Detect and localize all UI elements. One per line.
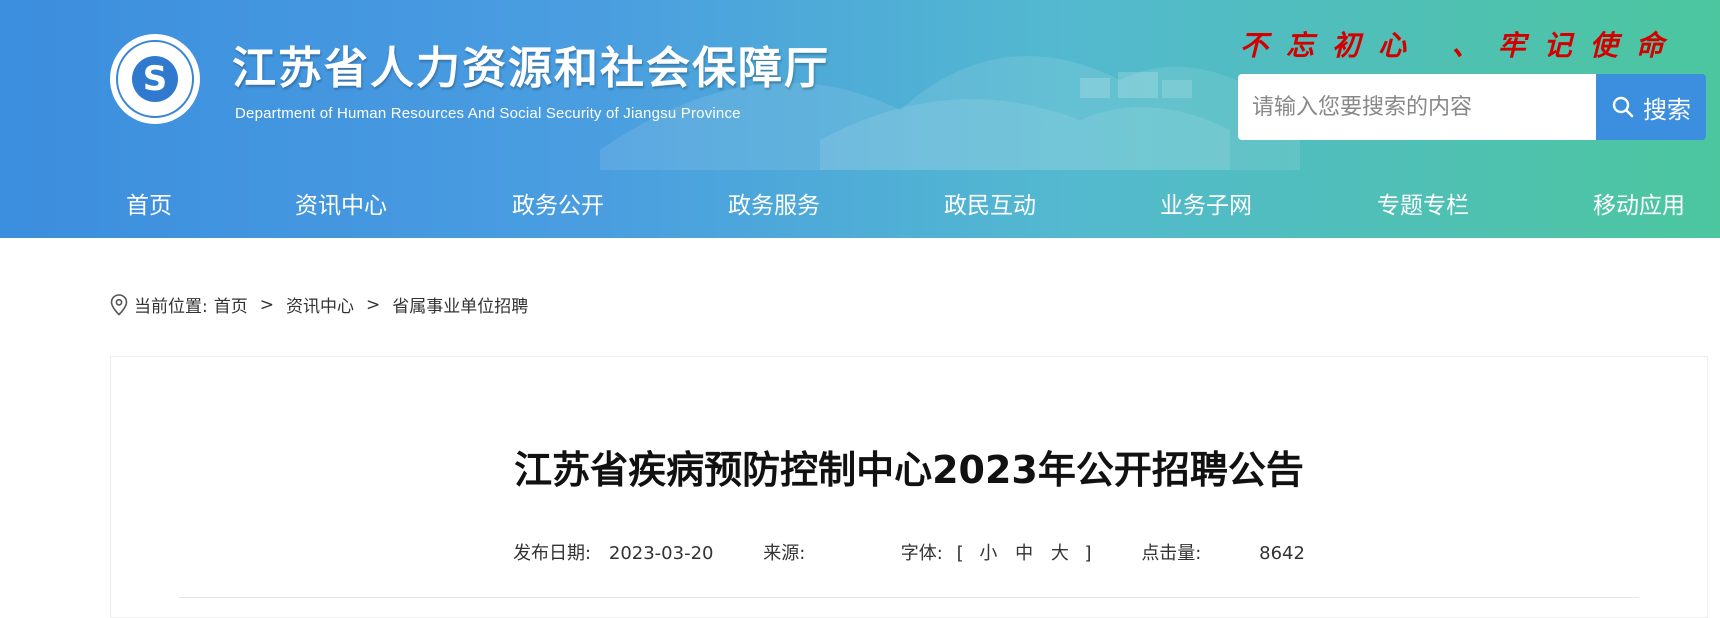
breadcrumb-home[interactable]: 首页 <box>214 292 248 317</box>
logo-emblem: S <box>132 56 178 102</box>
nav-item-subsites[interactable]: 业务子网 <box>1160 186 1252 220</box>
nav-item-home[interactable]: 首页 <box>126 186 172 220</box>
breadcrumb: 当前位置: 首页 > 资讯中心 > 省属事业单位招聘 <box>110 292 528 317</box>
breadcrumb-news[interactable]: 资讯中心 <box>286 292 354 317</box>
source-label: 来源: <box>763 543 806 564</box>
breadcrumb-separator: > <box>259 294 274 315</box>
publish-date-label: 发布日期: <box>513 543 592 564</box>
nav-item-gov-open[interactable]: 政务公开 <box>512 186 604 220</box>
search-icon <box>1612 96 1634 118</box>
font-medium-button[interactable]: 中 <box>1015 539 1033 565</box>
breadcrumb-prefix: 当前位置: <box>134 297 208 317</box>
nav-item-mobile[interactable]: 移动应用 <box>1593 186 1685 220</box>
article-title: 江苏省疾病预防控制中心2023年公开招聘公告 <box>514 448 1304 492</box>
site-header: S 江苏省人力资源和社会保障厅 Department of Human Reso… <box>0 0 1720 238</box>
views-count: 8642 <box>1259 543 1305 564</box>
search-button-label: 搜索 <box>1643 95 1691 124</box>
slogan: 不忘初心 、牢记使命 <box>1240 29 1682 62</box>
article-meta: 发布日期: 2023-03-20 来源: 字体: [ 小 中 大 ] 点击量: … <box>111 539 1707 565</box>
search-input[interactable] <box>1238 74 1596 140</box>
site-title[interactable]: 江苏省人力资源和社会保障厅 <box>232 32 830 96</box>
site-logo[interactable]: S <box>110 34 200 124</box>
breadcrumb-current[interactable]: 省属事业单位招聘 <box>392 292 528 317</box>
publish-date: 2023-03-20 <box>608 543 714 564</box>
site-subtitle: Department of Human Resources And Social… <box>235 105 741 122</box>
nav-item-news[interactable]: 资讯中心 <box>295 186 387 220</box>
nav-item-topics[interactable]: 专题专栏 <box>1377 186 1469 220</box>
location-pin-icon <box>110 293 128 316</box>
nav-item-interaction[interactable]: 政民互动 <box>944 186 1036 220</box>
font-large-button[interactable]: 大 <box>1051 539 1069 565</box>
views-label: 点击量: <box>1141 543 1202 564</box>
article-card: 江苏省疾病预防控制中心2023年公开招聘公告 发布日期: 2023-03-20 … <box>110 356 1708 618</box>
font-bracket-open: [ <box>956 543 964 564</box>
breadcrumb-separator: > <box>365 294 381 315</box>
search-box <box>1238 74 1596 140</box>
font-bracket-close: ] <box>1084 543 1092 564</box>
font-size-label: 字体: <box>900 543 943 564</box>
meta-divider <box>179 597 1639 598</box>
font-small-button[interactable]: 小 <box>979 539 997 565</box>
search-button[interactable]: 搜索 <box>1596 74 1706 140</box>
main-nav: 首页 资讯中心 政务公开 政务服务 政民互动 业务子网 专题专栏 移动应用 <box>0 168 1720 238</box>
nav-item-gov-service[interactable]: 政务服务 <box>728 186 820 220</box>
